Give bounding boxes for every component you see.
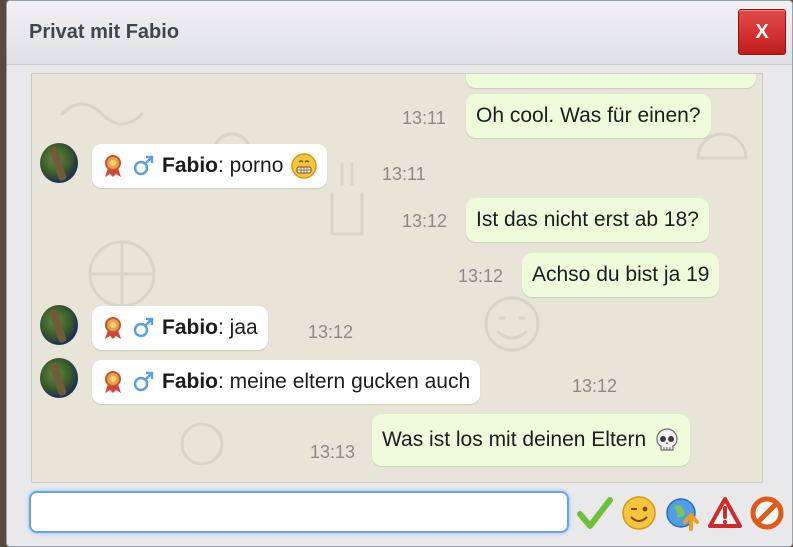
chat-window: Privat mit Fabio X 13:11 Oh cool. Was fü… xyxy=(6,0,793,547)
input-bar xyxy=(7,485,792,546)
message-time: 13:11 xyxy=(402,108,446,128)
globe-upload-icon xyxy=(666,498,699,531)
message-text: Achso du bist ja 19 xyxy=(532,263,710,286)
emoji-button[interactable] xyxy=(617,491,661,535)
award-badge-icon xyxy=(105,155,121,177)
message-list[interactable]: 13:11 Oh cool. Was für einen? Fabio: por… xyxy=(31,73,763,483)
award-badge-icon xyxy=(105,317,121,339)
male-icon xyxy=(133,317,154,338)
message-time: 13:13 xyxy=(310,442,356,462)
message-text: : porno xyxy=(218,154,284,177)
male-icon xyxy=(133,371,154,392)
message-bubble: Fabio: meine eltern gucken auch xyxy=(92,360,481,404)
skull-emoji-icon xyxy=(656,428,678,451)
message-time: 13:12 xyxy=(402,211,448,231)
message-bubble: Achso du bist ja 19 xyxy=(522,253,720,297)
award-badge-icon xyxy=(105,371,121,393)
message-text: Ist das nicht erst ab 18? xyxy=(476,208,699,231)
report-button[interactable] xyxy=(703,491,747,535)
title-bar: Privat mit Fabio X xyxy=(7,1,792,65)
message-bubble: Was ist los mit deinen Eltern xyxy=(372,414,691,466)
window-title: Privat mit Fabio xyxy=(29,21,180,43)
message-text: : meine eltern gucken auch xyxy=(218,370,471,393)
warning-icon xyxy=(708,497,742,528)
message-bubble: Ist das nicht erst ab 18? xyxy=(466,198,709,242)
check-icon xyxy=(577,497,613,529)
message-time: 13:12 xyxy=(572,376,618,396)
message-text: : jaa xyxy=(218,316,258,339)
grin-emoji-icon xyxy=(291,153,318,179)
message-text: Oh cool. Was für einen? xyxy=(476,104,701,127)
smiley-wink-icon xyxy=(622,496,656,530)
avatar[interactable] xyxy=(40,358,78,398)
message-bubble: Fabio: jaa xyxy=(92,306,268,350)
close-button[interactable]: X xyxy=(738,9,786,55)
message-bubble: Fabio: porno xyxy=(92,144,328,188)
message-time: 13:11 xyxy=(382,164,426,184)
sender-name[interactable]: Fabio xyxy=(162,370,218,394)
avatar[interactable] xyxy=(40,305,78,345)
message-time: 13:12 xyxy=(308,322,354,342)
message-time: 13:12 xyxy=(458,266,504,286)
block-button[interactable] xyxy=(745,491,789,535)
share-button[interactable] xyxy=(661,491,705,535)
message-bubble-partial xyxy=(466,74,756,88)
male-icon xyxy=(133,155,154,176)
message-input[interactable] xyxy=(29,491,569,533)
message-text: Was ist los mit deinen Eltern xyxy=(382,428,647,451)
message-bubble: Oh cool. Was für einen? xyxy=(466,94,711,138)
block-icon xyxy=(750,496,784,530)
send-button[interactable] xyxy=(573,491,617,535)
sender-name[interactable]: Fabio xyxy=(162,154,218,178)
avatar[interactable] xyxy=(40,143,78,183)
sender-name[interactable]: Fabio xyxy=(162,316,218,340)
